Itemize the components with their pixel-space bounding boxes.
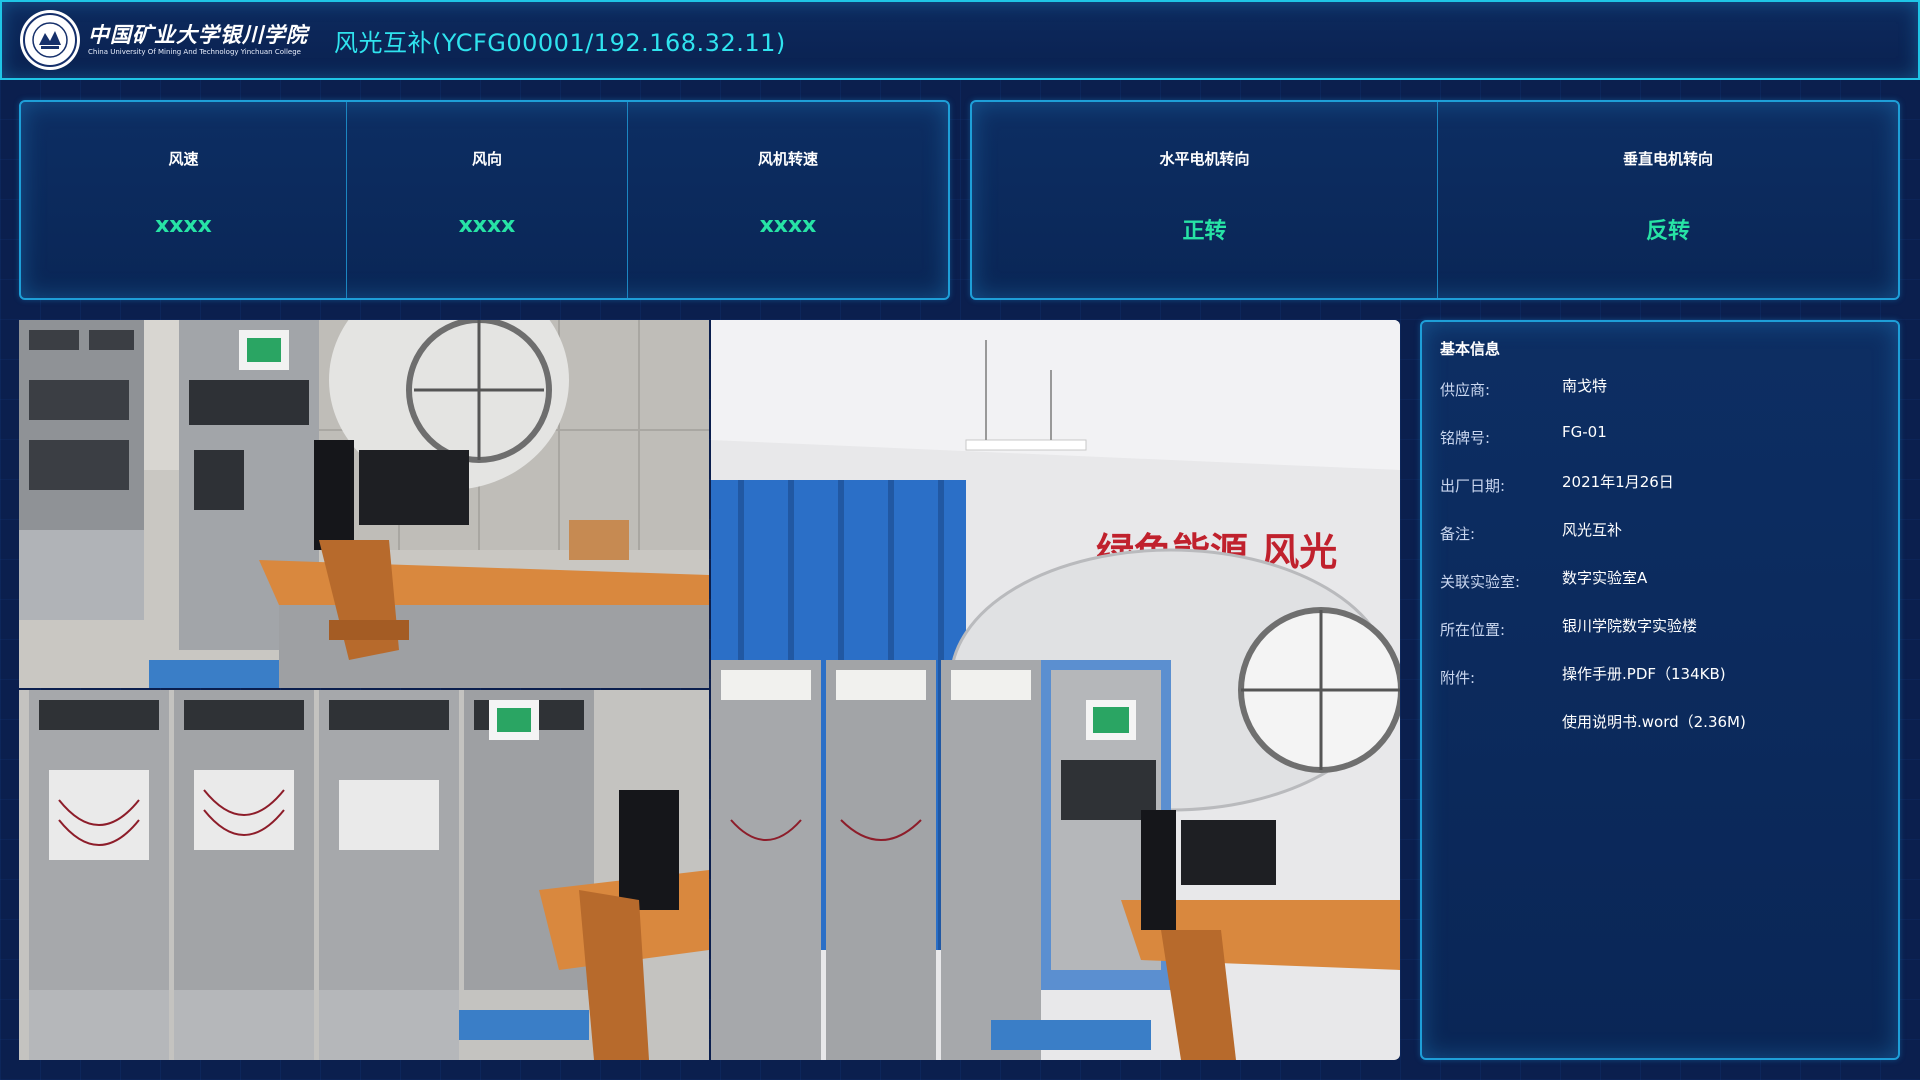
info-value: 数字实验室A [1562,569,1648,587]
metric-value: xxxx [759,213,817,238]
equipment-photo-room[interactable]: 绿色能源 风光 [711,320,1400,1060]
info-row-attachments: 附件: 操作手册.PDF（134KB) 使用说明书.word（2.36M) [1440,663,1898,759]
metrics-panel-wind: 风速 xxxx 风向 xxxx 风机转速 xxxx [19,100,950,300]
metric-wind-direction: 风向 xxxx [347,102,628,298]
info-row-nameplate: 铭牌号: FG-01 [1440,423,1898,471]
metric-vertical-motor: 垂直电机转向 反转 [1438,102,1898,298]
metric-value: 正转 [1182,219,1227,244]
header-bar: 中国矿业大学银川学院 China University Of Mining An… [0,0,1920,80]
metric-value: 反转 [1645,219,1690,244]
metric-label: 风速 [168,150,199,168]
info-panel-title: 基本信息 [1440,340,1501,358]
metric-horizontal-motor: 水平电机转向 正转 [972,102,1438,298]
info-row-related-lab: 关联实验室: 数字实验室A [1440,567,1898,615]
metrics-panel-motors: 水平电机转向 正转 垂直电机转向 反转 [970,100,1900,300]
info-value: 风光互补 [1562,521,1623,539]
equipment-photo-cabinets[interactable] [19,690,709,1060]
info-key: 附件: [1440,669,1476,687]
info-row-manufacture-date: 出厂日期: 2021年1月26日 [1440,471,1898,519]
info-key: 供应商: [1440,381,1491,399]
metric-label: 风向 [471,150,502,168]
attachment-link-manual[interactable]: 操作手册.PDF（134KB) [1562,663,1746,711]
info-key: 关联实验室: [1440,573,1521,591]
metric-label: 垂直电机转向 [1622,150,1713,168]
info-row-location: 所在位置: 银川学院数字实验楼 [1440,615,1898,663]
metric-wind-speed: 风速 xxxx [21,102,347,298]
info-key: 铭牌号: [1440,429,1491,447]
metric-label: 风机转速 [757,150,818,168]
basic-info-panel: 基本信息 供应商: 南戈特 铭牌号: FG-01 出厂日期: 2021年1月26… [1420,320,1900,1060]
info-value: 2021年1月26日 [1562,473,1674,491]
logo-english-name: China University Of Mining And Technolog… [88,48,301,56]
metric-label: 水平电机转向 [1159,150,1250,168]
info-value: 南戈特 [1562,377,1608,395]
equipment-photo-bench[interactable] [19,320,709,688]
college-emblem-icon [20,10,80,70]
info-key: 所在位置: [1440,621,1506,639]
college-logo: 中国矿业大学银川学院 China University Of Mining An… [20,10,308,70]
info-row-supplier: 供应商: 南戈特 [1440,375,1898,423]
page-title: 风光互补(YCFG00001/192.168.32.11) [334,28,786,57]
logo-chinese-name: 中国矿业大学银川学院 [88,22,308,47]
metric-fan-speed: 风机转速 xxxx [628,102,948,298]
attachment-list: 操作手册.PDF（134KB) 使用说明书.word（2.36M) [1562,663,1746,759]
attachment-link-instructions[interactable]: 使用说明书.word（2.36M) [1562,711,1746,759]
info-value: FG-01 [1562,423,1607,441]
info-key: 出厂日期: [1440,477,1506,495]
info-value: 银川学院数字实验楼 [1562,617,1698,635]
equipment-photo-gallery: 绿色能源 风光 [19,320,1400,1060]
metric-value: xxxx [155,213,212,238]
metric-value: xxxx [458,213,516,238]
info-key: 备注: [1440,525,1476,543]
info-row-remarks: 备注: 风光互补 [1440,519,1898,567]
